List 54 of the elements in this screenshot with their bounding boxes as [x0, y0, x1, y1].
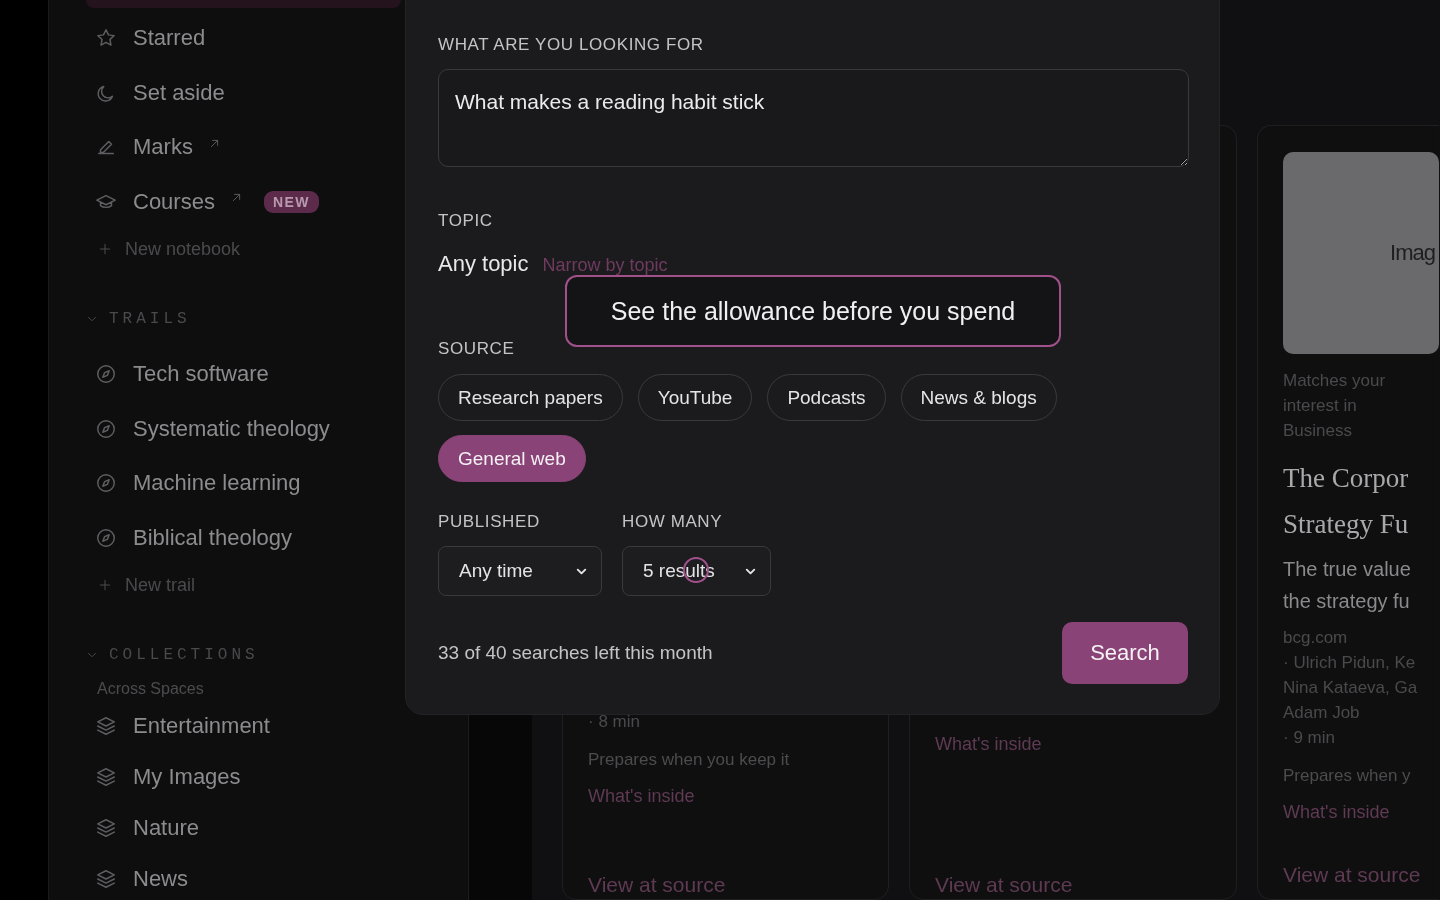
status-note: Prepares when y: [1283, 766, 1412, 786]
stack-icon: [95, 816, 117, 839]
card-description-line: the strategy fu: [1283, 589, 1411, 614]
source-chip[interactable]: Research papers: [438, 374, 623, 421]
tooltip: See the allowance before you spend: [565, 275, 1061, 347]
stack-icon: [95, 765, 117, 788]
read-time: · 9 min: [1283, 727, 1336, 749]
author-line: · Ulrich Pidun, Ke: [1283, 652, 1417, 674]
query-field[interactable]: What makes a reading habit stick: [438, 69, 1189, 167]
author-line: Nina Kataeva, Ga: [1283, 677, 1419, 699]
quota-text: 33 of 40 searches left this month: [438, 642, 713, 664]
compass-icon: [95, 472, 117, 495]
sidebar-item[interactable]: Entertainment: [133, 712, 270, 739]
field-label: TOPIC: [438, 211, 494, 231]
source-chip[interactable]: News & blogs: [900, 374, 1057, 421]
stack-icon: [95, 867, 117, 890]
compass-icon: [95, 363, 117, 386]
source-chip[interactable]: YouTube: [637, 374, 753, 421]
sidebar-item[interactable]: Courses: [133, 188, 215, 215]
card-description-line: The true value: [1283, 557, 1412, 582]
compass-icon: [95, 526, 117, 549]
sidebar-item[interactable]: News: [133, 865, 188, 892]
source-chip[interactable]: General web: [438, 435, 586, 482]
field-label: PUBLISHED: [438, 512, 541, 532]
source-chip[interactable]: Podcasts: [767, 374, 886, 421]
sidebar-item[interactable]: Tech software: [133, 361, 269, 388]
author-line: Adam Job: [1283, 702, 1361, 724]
read-time: · 8 min: [588, 711, 641, 733]
field-label: WHAT ARE YOU LOOKING FOR: [438, 35, 705, 55]
topic-value: Any topic: [438, 251, 529, 277]
sidebar-item[interactable]: Set aside: [133, 79, 225, 106]
sidebar-item[interactable]: Nature: [133, 814, 200, 841]
sidebar-item[interactable]: Biblical theology: [133, 524, 292, 551]
sidebar-item[interactable]: Systematic theology: [133, 415, 330, 442]
source-domain: bcg.com: [1283, 627, 1349, 649]
sidebar-item[interactable]: Marks: [133, 134, 193, 161]
card-title-line: The Corpor: [1283, 462, 1410, 495]
new-badge: NEW: [263, 190, 320, 213]
status-note: Prepares when you keep it: [588, 750, 791, 770]
placeholder-label: Imag: [1390, 240, 1435, 266]
compass-icon: [95, 417, 117, 440]
card-title-line: Strategy Fu: [1283, 508, 1410, 541]
plus-icon: [97, 577, 113, 593]
match-reason: Matches your interest in Business: [1283, 370, 1387, 442]
field-label: SOURCE: [438, 339, 516, 359]
stack-icon: [95, 714, 117, 737]
sidebar-item[interactable]: Starred: [133, 25, 206, 52]
sidebar-item[interactable]: My Images: [133, 763, 241, 790]
plus-icon: [97, 241, 113, 257]
published-select[interactable]: Any time: [438, 546, 602, 596]
field-label: HOW MANY: [622, 512, 724, 532]
sidebar-item[interactable]: Machine learning: [133, 470, 301, 497]
section-subtitle: Across Spaces: [97, 680, 204, 698]
search-button[interactable]: Search: [1062, 622, 1188, 684]
